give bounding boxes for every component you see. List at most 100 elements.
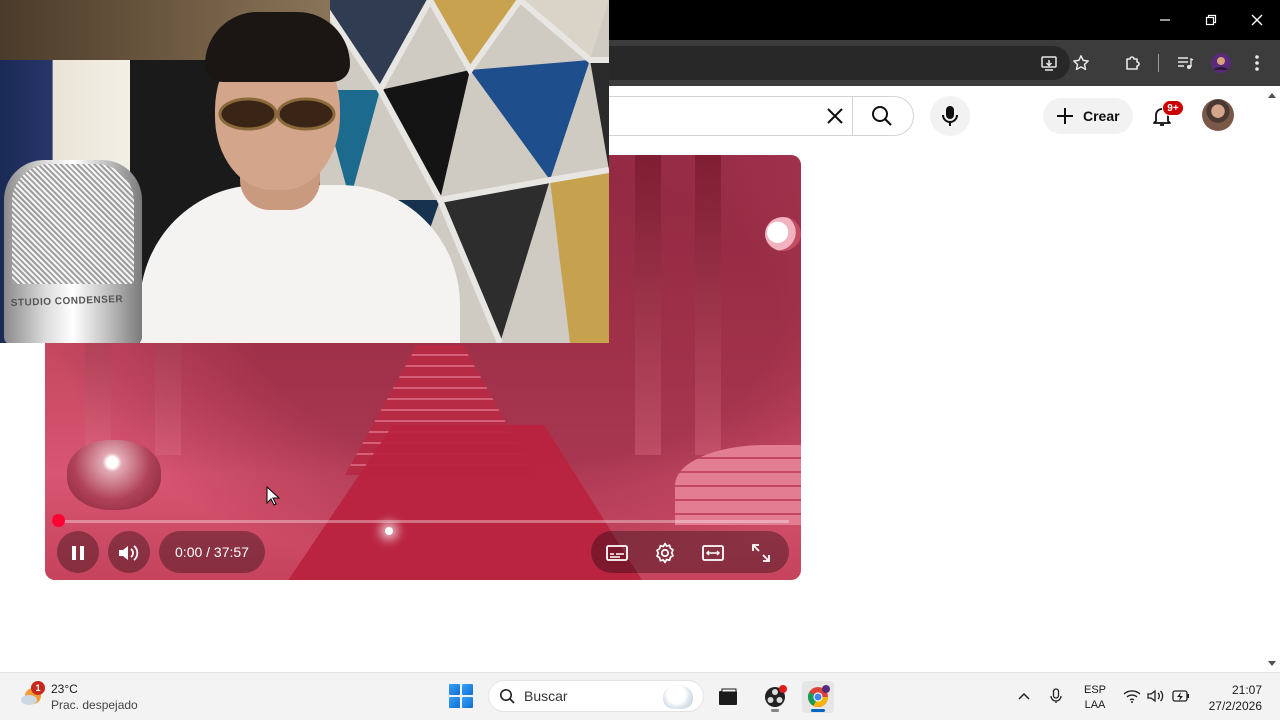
install-app-icon [1041, 56, 1057, 71]
start-tile [449, 684, 460, 695]
wifi-icon [1123, 690, 1141, 703]
volume-button[interactable] [112, 536, 146, 570]
address-bar[interactable] [560, 46, 1070, 80]
install-app-button[interactable] [1036, 50, 1062, 76]
taskbar-clock[interactable]: 21:07 27/2/2026 [1196, 682, 1262, 714]
presenter-hair [205, 12, 350, 82]
settings-button[interactable] [648, 536, 682, 570]
minimize-button[interactable] [1142, 0, 1188, 40]
weather-description[interactable]: Prac. despejado [51, 698, 138, 712]
app-running-indicator [771, 709, 779, 712]
fullscreen-button[interactable] [744, 536, 778, 570]
app-active-indicator [811, 709, 825, 712]
weather-temperature[interactable]: 23°C [51, 682, 78, 696]
obs-icon [765, 685, 787, 707]
taskbar-app-obs[interactable] [759, 681, 791, 713]
subtitles-icon [606, 545, 628, 561]
mic-icon [1050, 688, 1062, 703]
time-display: 0:00 / 37:57 [159, 531, 265, 573]
create-label: Crear [1083, 108, 1120, 124]
fullscreen-icon [752, 544, 770, 562]
scene-platform [675, 445, 801, 525]
keyboard-layout: LAA [1084, 699, 1106, 711]
restore-icon [1205, 14, 1217, 26]
plus-icon [1057, 108, 1073, 124]
taskbar-search-placeholder: Buscar [524, 688, 568, 704]
volume-icon [119, 545, 139, 561]
battery-charging-icon [1172, 690, 1189, 702]
theater-mode-button[interactable] [696, 536, 730, 570]
language-code: ESP [1083, 684, 1106, 696]
minimize-icon [1160, 19, 1170, 21]
tray-overflow-button[interactable] [1015, 687, 1033, 705]
clock-time: 21:07 [1231, 683, 1262, 697]
scene-light-glint [385, 527, 393, 535]
subtitles-button[interactable] [600, 536, 634, 570]
windows-taskbar: 1 23°C Prac. despejado Buscar ESP LAA 21… [0, 672, 1280, 720]
pause-button[interactable] [61, 536, 95, 570]
chrome-icon [808, 685, 830, 707]
scroll-up-arrow-icon[interactable] [1267, 90, 1277, 100]
taskbar-search[interactable]: Buscar [488, 680, 704, 712]
start-button[interactable] [449, 684, 473, 708]
account-avatar[interactable] [1202, 99, 1234, 131]
browser-menu-button[interactable] [1244, 50, 1270, 76]
scene-spotlight [765, 217, 801, 251]
create-button[interactable]: Crear [1043, 98, 1133, 134]
tray-volume[interactable] [1147, 687, 1165, 705]
tray-wifi[interactable] [1123, 687, 1141, 705]
scene-sphere [67, 440, 161, 510]
bookmark-button[interactable] [1068, 50, 1094, 76]
progress-scrubber[interactable] [52, 514, 65, 527]
bookmark-star-icon [1073, 55, 1089, 71]
media-controls-icon [1178, 57, 1194, 69]
scene-pillar [695, 155, 721, 455]
webcam-overlay: STUDIO CONDENSER [0, 0, 609, 343]
search-highlight-image [663, 685, 693, 709]
chevron-up-icon [1018, 692, 1030, 700]
search-button[interactable] [862, 99, 902, 133]
close-icon [1251, 14, 1263, 26]
toolbar-divider [1158, 54, 1159, 72]
scroll-down-arrow-icon[interactable] [1267, 659, 1277, 669]
start-tile [462, 684, 473, 695]
more-menu-icon [1255, 55, 1259, 71]
pause-icon [72, 546, 84, 560]
clock-date: 27/2/2026 [1208, 699, 1262, 713]
taskbar-app-file-explorer[interactable] [712, 681, 744, 713]
search-input[interactable] [560, 96, 914, 136]
profile-icon [1211, 53, 1231, 73]
search-divider [852, 96, 853, 136]
weather-alert-badge: 1 [31, 681, 45, 695]
extensions-button[interactable] [1120, 50, 1146, 76]
sunglasses [218, 97, 336, 131]
volume-icon [1147, 689, 1164, 703]
theater-mode-icon [702, 545, 724, 561]
extensions-icon [1126, 56, 1140, 70]
mouse-cursor-icon [266, 486, 280, 506]
mic-icon [942, 106, 958, 126]
search-icon [872, 106, 892, 126]
search-clear-button[interactable] [820, 101, 850, 131]
start-tile [462, 697, 473, 708]
media-controls-button[interactable] [1172, 50, 1198, 76]
taskbar-app-chrome[interactable] [802, 681, 834, 713]
screen: Crear 9+ 0:00 / 37:57 STUDIO CONDENSER 1… [0, 0, 1280, 720]
notification-badge: 9+ [1162, 100, 1184, 116]
restore-button[interactable] [1188, 0, 1234, 40]
close-icon [827, 108, 843, 124]
progress-bar[interactable] [57, 520, 789, 523]
start-tile [449, 697, 460, 708]
tray-microphone[interactable] [1047, 687, 1065, 705]
profile-button[interactable] [1208, 50, 1234, 76]
close-window-button[interactable] [1234, 0, 1280, 40]
microphone-grille [12, 164, 134, 284]
tray-battery[interactable] [1171, 687, 1189, 705]
settings-icon [656, 542, 674, 564]
scene-pillar [635, 155, 661, 455]
presenter-shirt [140, 185, 460, 343]
input-language[interactable]: ESP LAA [1083, 683, 1107, 713]
file-explorer-icon [719, 688, 737, 705]
voice-search-button[interactable] [930, 96, 970, 136]
search-icon [500, 689, 515, 704]
